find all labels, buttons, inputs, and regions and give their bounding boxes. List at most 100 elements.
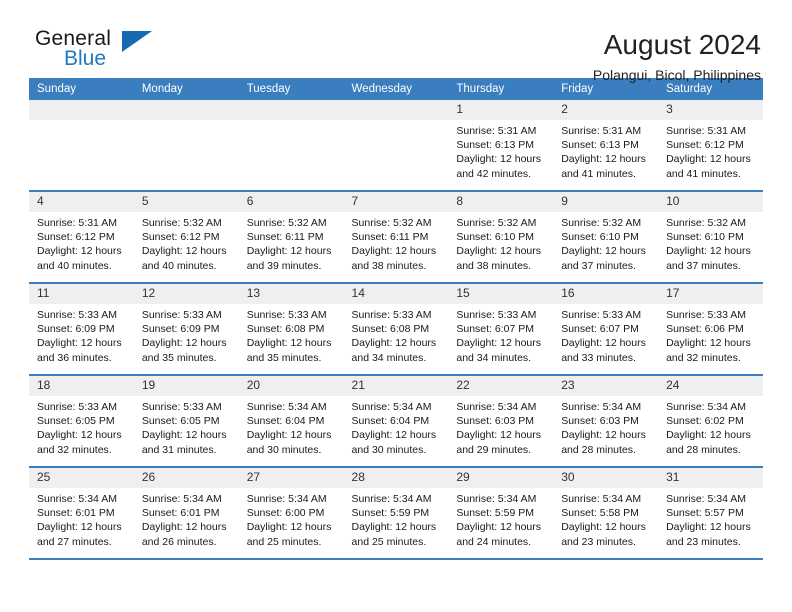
calendar-week-row: 1 Sunrise: 5:31 AM Sunset: 6:13 PM Daylight… <box>29 100 763 191</box>
daylight-text: Daylight: 12 hours and 36 minutes. <box>37 337 122 364</box>
day-details: Sunrise: 5:34 AM Sunset: 6:02 PM Daylight:… <box>658 396 763 457</box>
weekday-header-thursday: Thursday <box>448 78 554 100</box>
brand-logo[interactable]: General Blue <box>29 28 175 69</box>
day-details: Sunrise: 5:33 AM Sunset: 6:08 PM Daylight:… <box>344 304 449 365</box>
sunset-text: Sunset: 6:08 PM <box>351 323 430 336</box>
sunset-text: Sunset: 6:00 PM <box>246 507 325 520</box>
day-number <box>343 100 449 120</box>
sunrise-text: Sunrise: 5:34 AM <box>561 493 642 505</box>
calendar-cell-empty <box>133 100 239 191</box>
sunset-text: Sunset: 6:11 PM <box>246 231 324 244</box>
sunrise-text: Sunrise: 5:34 AM <box>141 493 222 505</box>
calendar-day-cell[interactable]: 29 Sunrise: 5:34 AM Sunset: 5:59 PM Dayligh… <box>448 466 554 560</box>
day-number: 16 <box>553 284 659 304</box>
day-number: 29 <box>448 468 554 488</box>
day-number: 21 <box>343 376 449 396</box>
calendar-day-cell[interactable]: 2 Sunrise: 5:31 AM Sunset: 6:13 PM Daylight… <box>553 100 659 191</box>
weekday-header-sunday: Sunday <box>29 78 134 100</box>
calendar-day-cell[interactable]: 10 Sunrise: 5:32 AM Sunset: 6:10 PM Dayligh… <box>658 190 763 283</box>
calendar-day-cell[interactable]: 21 Sunrise: 5:34 AM Sunset: 6:04 PM Dayligh… <box>343 374 449 467</box>
daylight-text: Daylight: 12 hours and 30 minutes. <box>351 429 437 456</box>
day-number: 5 <box>133 192 239 212</box>
calendar-cell-empty <box>343 100 449 191</box>
calendar-day-cell[interactable]: 24 Sunrise: 5:34 AM Sunset: 6:02 PM Dayligh… <box>658 374 763 467</box>
daylight-text: Daylight: 12 hours and 34 minutes. <box>351 337 437 364</box>
daylight-text: Daylight: 12 hours and 40 minutes. <box>37 245 122 272</box>
day-number: 17 <box>658 284 763 304</box>
calendar-day-cell[interactable]: 14 Sunrise: 5:33 AM Sunset: 6:08 PM Dayligh… <box>343 282 449 375</box>
sunrise-text: Sunrise: 5:34 AM <box>666 401 747 413</box>
sunset-text: Sunset: 6:04 PM <box>246 415 325 428</box>
calendar-day-cell[interactable]: 22 Sunrise: 5:34 AM Sunset: 6:03 PM Dayligh… <box>448 374 554 467</box>
calendar-day-cell[interactable]: 8 Sunrise: 5:32 AM Sunset: 6:10 PM Daylight… <box>448 190 554 283</box>
sunrise-text: Sunrise: 5:33 AM <box>246 309 327 321</box>
calendar-day-cell[interactable]: 11 Sunrise: 5:33 AM Sunset: 6:09 PM Dayligh… <box>29 282 134 375</box>
sunset-text: Sunset: 6:09 PM <box>37 323 115 336</box>
calendar-day-cell[interactable]: 20 Sunrise: 5:34 AM Sunset: 6:04 PM Dayligh… <box>238 374 344 467</box>
sunset-text: Sunset: 6:11 PM <box>351 231 429 244</box>
daylight-text: Daylight: 12 hours and 26 minutes. <box>141 521 227 548</box>
calendar-day-cell[interactable]: 13 Sunrise: 5:33 AM Sunset: 6:08 PM Dayligh… <box>238 282 344 375</box>
calendar-day-cell[interactable]: 5 Sunrise: 5:32 AM Sunset: 6:12 PM Daylight… <box>133 190 239 283</box>
calendar-day-cell[interactable]: 18 Sunrise: 5:33 AM Sunset: 6:05 PM Dayligh… <box>29 374 134 467</box>
day-details: Sunrise: 5:33 AM Sunset: 6:05 PM Daylight:… <box>134 396 239 457</box>
calendar-day-cell[interactable]: 30 Sunrise: 5:34 AM Sunset: 5:58 PM Dayligh… <box>553 466 659 560</box>
sunset-text: Sunset: 6:10 PM <box>561 231 639 244</box>
calendar-day-cell[interactable]: 17 Sunrise: 5:33 AM Sunset: 6:06 PM Dayligh… <box>658 282 763 375</box>
calendar-day-cell[interactable]: 31 Sunrise: 5:34 AM Sunset: 5:57 PM Dayligh… <box>658 466 763 560</box>
day-number: 31 <box>658 468 763 488</box>
calendar-day-cell[interactable]: 25 Sunrise: 5:34 AM Sunset: 6:01 PM Dayligh… <box>29 466 134 560</box>
sunset-text: Sunset: 6:05 PM <box>37 415 115 428</box>
sunrise-text: Sunrise: 5:33 AM <box>141 401 222 413</box>
sunrise-text: Sunrise: 5:31 AM <box>666 125 747 137</box>
day-details: Sunrise: 5:34 AM Sunset: 6:00 PM Daylight:… <box>239 488 344 549</box>
calendar-day-cell[interactable]: 28 Sunrise: 5:34 AM Sunset: 5:59 PM Dayligh… <box>343 466 449 560</box>
calendar-body: 1 Sunrise: 5:31 AM Sunset: 6:13 PM Daylight… <box>29 100 763 560</box>
weekday-header-tuesday: Tuesday <box>238 78 344 100</box>
calendar-week-row: 4 Sunrise: 5:31 AM Sunset: 6:12 PM Daylight… <box>29 190 763 283</box>
day-details: Sunrise: 5:33 AM Sunset: 6:08 PM Daylight:… <box>239 304 344 365</box>
triangle-icon <box>122 31 152 52</box>
sunset-text: Sunset: 6:02 PM <box>666 415 744 428</box>
sunset-text: Sunset: 6:10 PM <box>456 231 535 244</box>
calendar-day-cell[interactable]: 12 Sunrise: 5:33 AM Sunset: 6:09 PM Dayligh… <box>133 282 239 375</box>
calendar-day-cell[interactable]: 16 Sunrise: 5:33 AM Sunset: 6:07 PM Dayligh… <box>553 282 659 375</box>
calendar-day-cell[interactable]: 4 Sunrise: 5:31 AM Sunset: 6:12 PM Daylight… <box>29 190 134 283</box>
sunrise-text: Sunrise: 5:34 AM <box>351 401 432 413</box>
daylight-text: Daylight: 12 hours and 41 minutes. <box>666 153 751 180</box>
calendar-day-cell[interactable]: 1 Sunrise: 5:31 AM Sunset: 6:13 PM Daylight… <box>448 100 554 191</box>
day-number: 19 <box>133 376 239 396</box>
day-number: 18 <box>29 376 134 396</box>
day-number: 2 <box>553 100 659 120</box>
day-number: 10 <box>658 192 763 212</box>
calendar-day-cell[interactable]: 9 Sunrise: 5:32 AM Sunset: 6:10 PM Daylight… <box>553 190 659 283</box>
page-header: General Blue August 2024 Polangui, Bicol… <box>29 0 763 84</box>
weekday-header-wednesday: Wednesday <box>343 78 449 100</box>
day-details: Sunrise: 5:31 AM Sunset: 6:13 PM Daylight:… <box>448 120 553 181</box>
daylight-text: Daylight: 12 hours and 38 minutes. <box>351 245 437 272</box>
calendar-day-cell[interactable]: 19 Sunrise: 5:33 AM Sunset: 6:05 PM Dayligh… <box>133 374 239 467</box>
sunrise-text: Sunrise: 5:31 AM <box>561 125 642 137</box>
calendar-day-cell[interactable]: 26 Sunrise: 5:34 AM Sunset: 6:01 PM Dayligh… <box>133 466 239 560</box>
sunrise-text: Sunrise: 5:34 AM <box>246 493 327 505</box>
day-details: Sunrise: 5:34 AM Sunset: 6:01 PM Daylight:… <box>29 488 134 549</box>
calendar-day-cell[interactable]: 6 Sunrise: 5:32 AM Sunset: 6:11 PM Daylight… <box>238 190 344 283</box>
calendar-table: Sunday Monday Tuesday Wednesday Thursday… <box>29 78 763 560</box>
day-details: Sunrise: 5:33 AM Sunset: 6:06 PM Daylight:… <box>658 304 763 365</box>
calendar-day-cell[interactable]: 3 Sunrise: 5:31 AM Sunset: 6:12 PM Daylight… <box>658 100 763 191</box>
day-number: 6 <box>238 192 344 212</box>
sunrise-text: Sunrise: 5:32 AM <box>561 217 642 229</box>
calendar-day-cell[interactable]: 23 Sunrise: 5:34 AM Sunset: 6:03 PM Dayligh… <box>553 374 659 467</box>
brand-name-blue: Blue <box>64 47 107 70</box>
calendar-day-cell[interactable]: 15 Sunrise: 5:33 AM Sunset: 6:07 PM Dayligh… <box>448 282 554 375</box>
calendar-day-cell[interactable]: 27 Sunrise: 5:34 AM Sunset: 6:00 PM Dayligh… <box>238 466 344 560</box>
day-details: Sunrise: 5:34 AM Sunset: 5:58 PM Daylight:… <box>553 488 658 549</box>
sunrise-text: Sunrise: 5:33 AM <box>37 401 117 413</box>
sunrise-text: Sunrise: 5:31 AM <box>37 217 117 229</box>
day-details: Sunrise: 5:32 AM Sunset: 6:10 PM Daylight:… <box>658 212 763 273</box>
day-number: 14 <box>343 284 449 304</box>
sunrise-text: Sunrise: 5:31 AM <box>456 125 537 137</box>
day-details: Sunrise: 5:33 AM Sunset: 6:07 PM Daylight:… <box>553 304 658 365</box>
calendar-day-cell[interactable]: 7 Sunrise: 5:32 AM Sunset: 6:11 PM Daylight… <box>343 190 449 283</box>
sunset-text: Sunset: 5:57 PM <box>666 507 744 520</box>
